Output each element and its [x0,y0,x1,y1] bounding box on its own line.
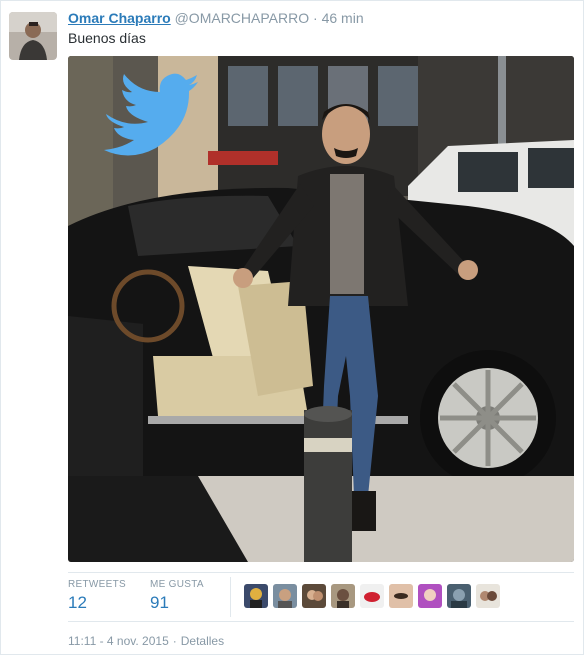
liker-avatar-8[interactable] [447,584,471,608]
liker-avatar-4[interactable] [331,584,355,608]
likes-stat[interactable]: ME GUSTA 91 [150,579,204,613]
likes-label: ME GUSTA [150,579,204,590]
stats-divider [230,577,231,617]
retweets-stat[interactable]: RETWEETS 12 [68,579,126,613]
tweet-card: Omar Chaparro @OMARCHAPARRO · 46 min Bue… [0,0,584,655]
footer-separator: · [172,634,177,648]
liker-avatar-1[interactable] [244,584,268,608]
tweet-time[interactable]: 46 min [322,10,364,26]
tweet-photo[interactable] [68,56,574,562]
author-name[interactable]: Omar Chaparro [68,10,171,26]
liker-avatar-6[interactable] [389,584,413,608]
tweet-stats: RETWEETS 12 ME GUSTA 91 [68,572,574,622]
retweets-label: RETWEETS [68,579,126,590]
retweets-count[interactable]: 12 [68,593,126,613]
tweet-text: Buenos días [68,30,146,46]
liker-avatar-5[interactable] [360,584,384,608]
tweet-footer: 11:11 - 4 nov. 2015 · Detalles [68,634,224,648]
liker-avatar-2[interactable] [273,584,297,608]
author-avatar[interactable] [9,12,57,60]
liker-avatar-3[interactable] [302,584,326,608]
author-handle[interactable]: @OMARCHAPARRO [175,10,310,26]
liker-avatar-7[interactable] [418,584,442,608]
liker-avatar-9[interactable] [476,584,500,608]
tweet-timestamp[interactable]: 11:11 - 4 nov. 2015 [68,634,169,648]
separator-dot: · [313,10,318,26]
likes-count[interactable]: 91 [150,593,204,613]
details-link[interactable]: Detalles [181,634,224,648]
